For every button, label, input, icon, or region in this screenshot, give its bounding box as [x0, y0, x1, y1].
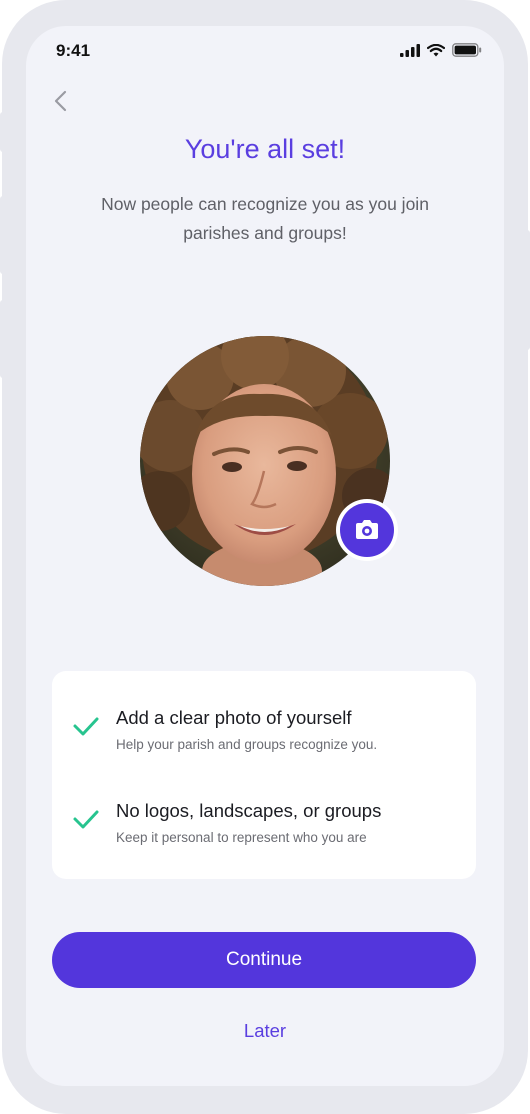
back-chevron-icon[interactable]	[50, 88, 74, 114]
photo-tips-card: Add a clear photo of yourself Help your …	[52, 671, 476, 879]
page-subtitle: Now people can recognize you as you join…	[101, 194, 429, 243]
battery-icon	[452, 43, 482, 57]
tip-description: Keep it personal to represent who you ar…	[116, 830, 367, 845]
side-button-volume-up	[0, 196, 6, 274]
camera-icon	[356, 520, 378, 539]
screen: 9:41 You're all set! Now people can reco…	[26, 26, 504, 1086]
side-button-mute	[0, 112, 6, 152]
tip-description: Help your parish and groups recognize yo…	[116, 737, 378, 752]
cellular-signal-icon	[400, 43, 420, 57]
tip-title: Add a clear photo of yourself	[116, 707, 352, 728]
later-link[interactable]: Later	[26, 1020, 504, 1042]
continue-button[interactable]: Continue	[52, 932, 476, 988]
change-photo-button[interactable]	[336, 499, 398, 561]
camera-button-fill	[340, 503, 394, 557]
status-icons	[400, 43, 482, 57]
side-button-volume-down	[0, 300, 6, 378]
wifi-icon	[427, 43, 445, 56]
status-bar: 9:41	[26, 26, 504, 78]
check-icon	[73, 810, 99, 829]
tip-title: No logos, landscapes, or groups	[116, 800, 382, 821]
status-time: 9:41	[56, 41, 91, 60]
side-button-power	[524, 230, 530, 350]
check-icon	[73, 717, 99, 736]
page-title: You're all set!	[184, 134, 346, 164]
